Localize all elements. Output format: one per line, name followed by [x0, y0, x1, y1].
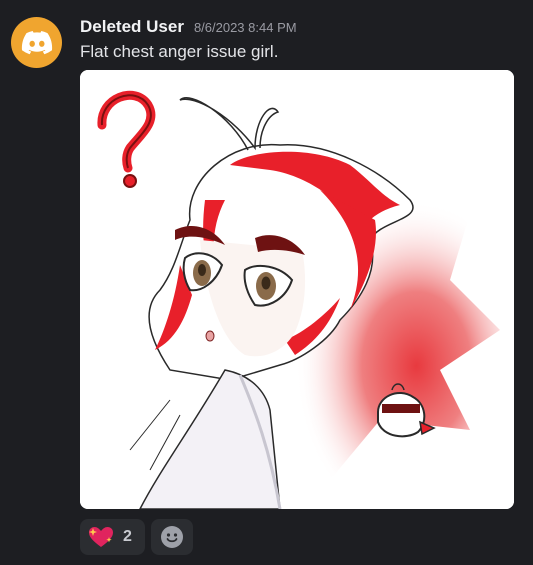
chat-message: Deleted User 8/6/2023 8:44 PM Flat chest… [0, 0, 533, 565]
smiley-face-icon [161, 526, 183, 548]
user-avatar[interactable] [11, 17, 62, 68]
reaction-count: 2 [123, 528, 132, 545]
reactions-bar: 2 [80, 519, 193, 555]
reaction-sparkling-heart[interactable]: 2 [80, 519, 145, 555]
discord-logo-icon [21, 30, 52, 54]
message-header: Deleted User 8/6/2023 8:44 PM [80, 17, 297, 37]
add-reaction-button[interactable] [151, 519, 193, 555]
image-attachment[interactable] [80, 70, 514, 509]
anime-girl-illustration [80, 70, 514, 509]
username[interactable]: Deleted User [80, 17, 184, 37]
message-text: Flat chest anger issue girl. [80, 42, 279, 61]
sparkling-heart-icon [89, 527, 113, 547]
timestamp: 8/6/2023 8:44 PM [193, 20, 297, 35]
